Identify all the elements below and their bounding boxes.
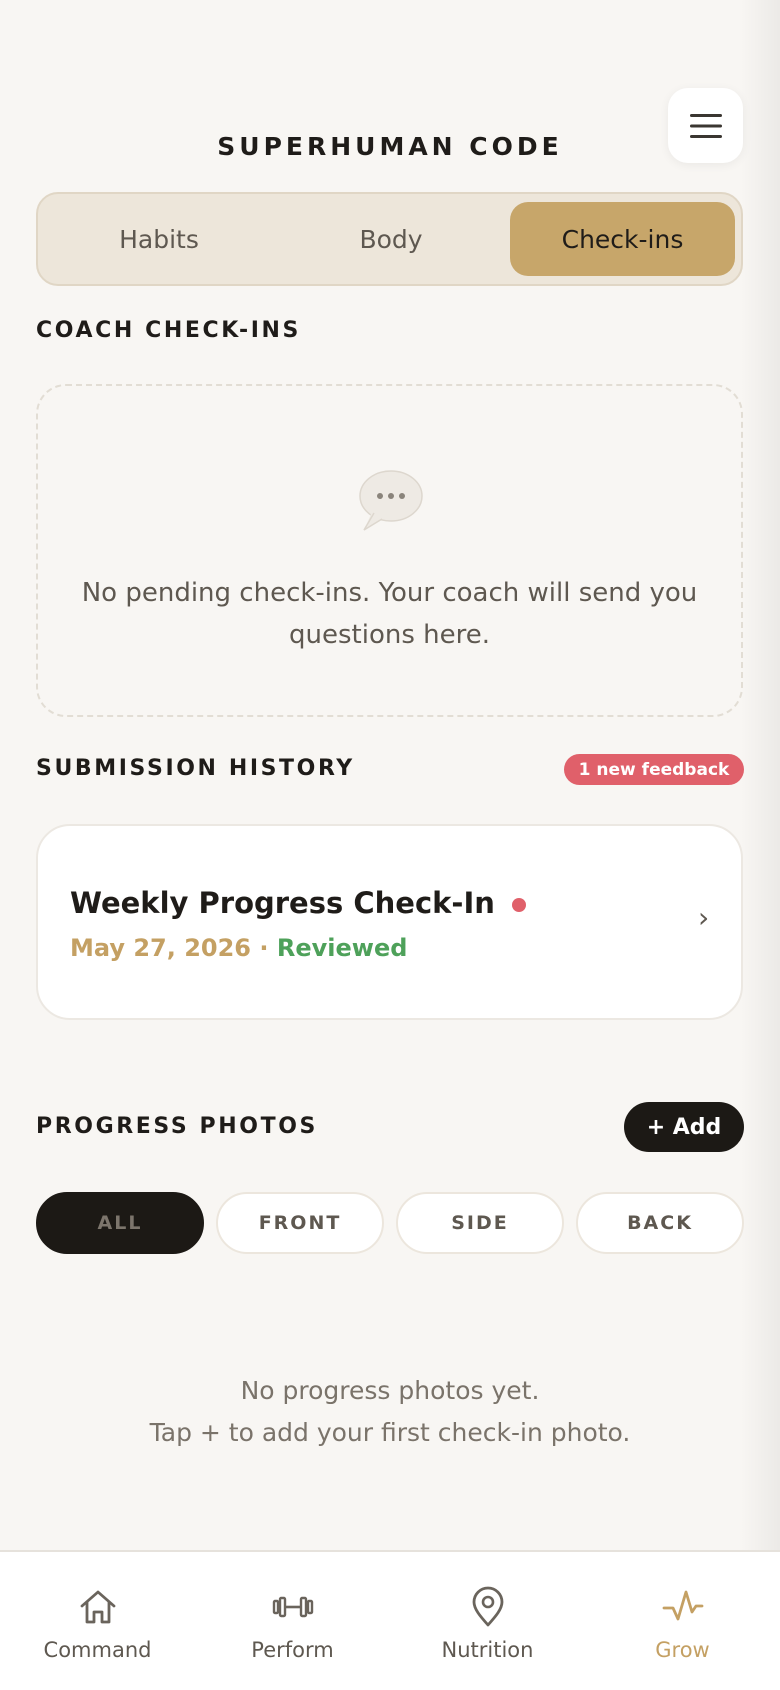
bottom-nav: Command Perform Nutrition Grow: [0, 1550, 780, 1690]
submission-date: May 27, 2026: [70, 934, 252, 962]
coach-checkins-empty-state: No pending check-ins. Your coach will se…: [36, 384, 743, 717]
photos-empty-line-1: No progress photos yet.: [240, 1376, 540, 1405]
meta-separator: ·: [259, 934, 269, 962]
coach-checkins-heading: COACH CHECK-INS: [36, 318, 301, 343]
submission-card[interactable]: Weekly Progress Check-In May 27, 2026 · …: [36, 824, 743, 1020]
tab-habits[interactable]: Habits: [46, 202, 272, 276]
dumbbell-icon: [272, 1596, 314, 1618]
filter-side[interactable]: SIDE: [396, 1192, 564, 1254]
nav-command[interactable]: Command: [0, 1552, 195, 1690]
coach-checkins-empty-text: No pending check-ins. Your coach will se…: [81, 578, 698, 650]
filter-back[interactable]: BACK: [576, 1192, 744, 1254]
photos-empty-line-2: Tap + to add your first check-in photo.: [149, 1418, 631, 1447]
new-feedback-badge: 1 new feedback: [564, 754, 744, 785]
chevron-right-icon: ›: [698, 901, 710, 934]
nav-perform[interactable]: Perform: [195, 1552, 390, 1690]
nav-command-label: Command: [43, 1638, 152, 1662]
speech-bubble-icon: [359, 470, 423, 531]
nav-nutrition-label: Nutrition: [441, 1638, 534, 1662]
filter-all[interactable]: ALL: [36, 1192, 204, 1254]
progress-photos-heading: PROGRESS PHOTOS: [36, 1114, 318, 1139]
progress-photos-empty-state: No progress photos yet. Tap + to add you…: [0, 1370, 780, 1454]
tab-check-ins[interactable]: Check-ins: [510, 202, 735, 276]
submission-status: Reviewed: [276, 934, 408, 962]
location-pin-icon: [472, 1586, 504, 1627]
tab-body[interactable]: Body: [278, 202, 504, 276]
app-title: SUPERHUMAN CODE: [217, 132, 563, 161]
segmented-tabs: Habits Body Check-ins: [36, 192, 743, 286]
edge-shadow: [740, 0, 780, 1550]
nav-grow[interactable]: Grow: [585, 1552, 780, 1690]
activity-pulse-icon: [662, 1590, 704, 1621]
nav-perform-label: Perform: [251, 1638, 334, 1662]
submission-history-heading: SUBMISSION HISTORY: [36, 756, 355, 781]
submission-meta: May 27, 2026 · Reviewed: [70, 934, 407, 962]
add-photo-button[interactable]: + Add: [624, 1102, 744, 1152]
nav-grow-label: Grow: [655, 1638, 710, 1662]
checkins-screen: SUPERHUMAN CODE Habits Body Check-ins CO…: [0, 0, 780, 1690]
submission-title: Weekly Progress Check-In: [70, 886, 495, 920]
unread-dot: [512, 898, 526, 912]
home-icon: [80, 1590, 116, 1624]
nav-nutrition[interactable]: Nutrition: [390, 1552, 585, 1690]
filter-front[interactable]: FRONT: [216, 1192, 384, 1254]
